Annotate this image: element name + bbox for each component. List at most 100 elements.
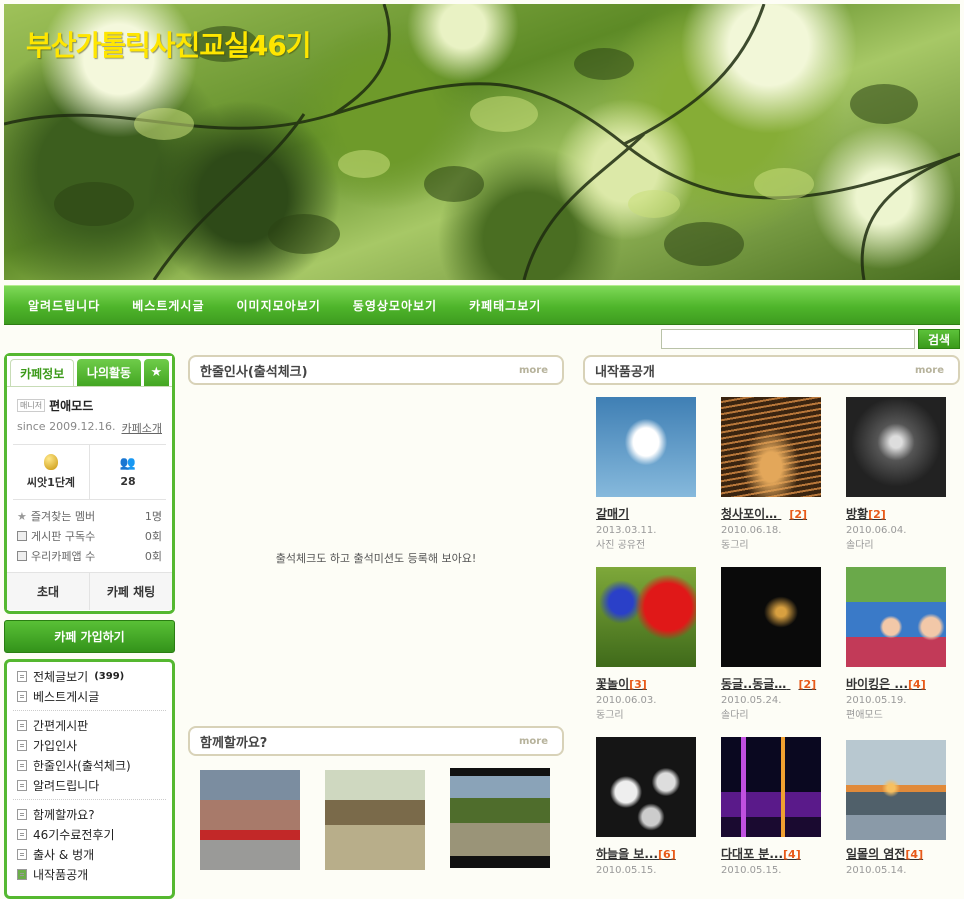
menu-best-posts-label: 베스트게시글	[33, 689, 100, 704]
work-thumb-seagull[interactable]	[596, 397, 696, 497]
work-title[interactable]: 꽃놀이[3]	[596, 675, 708, 692]
board-icon	[17, 690, 27, 702]
board-icon	[17, 808, 27, 820]
menu-one-line-greeting[interactable]: 한줄인사(출석체크)	[17, 755, 162, 775]
work-date: 2010.06.04.	[846, 525, 907, 536]
work-title[interactable]: 다대포 분...[4]	[721, 845, 833, 862]
work-title-text: 하늘을 보...	[596, 847, 659, 861]
cafe-intro-link[interactable]: 카페소개	[122, 420, 162, 436]
menu-best-posts[interactable]: 베스트게시글	[17, 686, 162, 706]
menu-notice[interactable]: 알려드립니다	[17, 775, 162, 795]
greeting-more-link[interactable]: more	[519, 365, 548, 376]
member-count[interactable]: 👥 28	[89, 445, 166, 499]
work-title-text: 다대포 분...	[721, 847, 784, 861]
menu-one-line-greeting-label: 한줄인사(출석체크)	[33, 758, 131, 773]
menu-outing-label: 출사 & 벙개	[33, 847, 95, 862]
board-icon	[17, 779, 27, 791]
work-date: 2010.05.15.	[721, 865, 782, 876]
work-title-text: 일몰의 염전	[846, 847, 906, 861]
work-date: 2010.05.19.	[846, 695, 907, 706]
work-meta: 2010.05.14.	[846, 863, 906, 878]
work-author: 솔다리	[721, 710, 749, 721]
cafe-title[interactable]: 부산가톨릭사진교실46기	[26, 24, 312, 64]
work-title[interactable]: 동글..동글… [2]	[721, 675, 833, 692]
work-title[interactable]: 방황[2]	[846, 505, 958, 522]
work-thumb-viking[interactable]	[846, 567, 946, 667]
work-meta: 2010.06.18. 동그리	[721, 523, 781, 553]
work-title[interactable]: 청사포이… [2]	[721, 505, 833, 522]
work-author: 편애모드	[846, 710, 883, 721]
work-thumb-hallway[interactable]	[846, 397, 946, 497]
together-thumb-river[interactable]	[450, 768, 550, 868]
info-buttons: 초대 카페 채팅	[7, 572, 172, 610]
cafe-level[interactable]: 씨앗1단계	[13, 445, 89, 499]
work-thumb-saltfield[interactable]	[846, 740, 946, 840]
work-meta: 2010.06.04. 솔다리	[846, 523, 906, 553]
work-thumb-daisies[interactable]	[596, 737, 696, 837]
favorite-members-value: 1명	[144, 510, 162, 523]
info-tabs: 카페정보 나의활동 ★	[7, 356, 172, 386]
manager-row: 매니저 편애모드	[7, 387, 172, 414]
board-icon	[17, 739, 27, 751]
menu-simple-board[interactable]: 간편게시판	[17, 715, 162, 735]
tab-cafe-info[interactable]: 카페정보	[10, 359, 75, 386]
greeting-panel-title[interactable]: 한줄인사(출석체크)	[200, 361, 308, 380]
together-more-link[interactable]: more	[519, 736, 548, 747]
nav-cafe-tags[interactable]: 카페태그보기	[453, 297, 557, 314]
work-author: 솔다리	[846, 540, 874, 551]
cafe-chat-button[interactable]: 카페 채팅	[89, 573, 172, 610]
work-thumb-lights[interactable]	[721, 567, 821, 667]
members-icon: 👥	[119, 456, 137, 471]
pencil-board-icon	[17, 719, 27, 731]
manager-name[interactable]: 편애모드	[49, 397, 93, 414]
work-thumb-fountain[interactable]	[721, 737, 821, 837]
menu-divider	[13, 799, 166, 800]
since-date: since 2009.12.16.	[17, 420, 116, 433]
cafe-stats: 씨앗1단계 👥 28	[13, 444, 166, 500]
together-thumb-forest[interactable]	[325, 770, 425, 870]
comment-count: [3]	[629, 678, 647, 691]
menu-notice-label: 알려드립니다	[33, 778, 100, 793]
work-thumb-flower[interactable]	[596, 567, 696, 667]
favorite-star-icon[interactable]: ★	[143, 359, 169, 386]
nav-notice[interactable]: 알려드립니다	[12, 297, 116, 314]
work-title[interactable]: 갈매기	[596, 505, 708, 522]
menu-join-greeting[interactable]: 가입인사	[17, 735, 162, 755]
menu-my-works[interactable]: 내작품공개	[17, 864, 162, 884]
menu-review[interactable]: 46기수료전후기	[17, 824, 162, 844]
comment-count: [2]	[868, 508, 886, 521]
join-cafe-button[interactable]: 카페 가입하기	[4, 620, 175, 653]
work-date: 2010.05.15.	[596, 865, 657, 876]
search-input[interactable]	[661, 329, 915, 349]
board-menu: 전체글보기 (399) 베스트게시글 간편게시판 가입인사 한줄인사(출석체크) …	[4, 659, 175, 899]
works-panel-title[interactable]: 내작품공개	[595, 361, 655, 380]
favorite-members-row: ★ 즐겨찾는 멤버 1명	[17, 506, 162, 526]
menu-outing[interactable]: 출사 & 벙개	[17, 844, 162, 864]
menu-divider	[13, 710, 166, 711]
works-more-link[interactable]: more	[915, 365, 944, 376]
menu-all-posts[interactable]: 전체글보기 (399)	[17, 666, 162, 686]
tab-my-activity[interactable]: 나의활동	[77, 359, 141, 386]
greeting-panel-header: 한줄인사(출석체크) more	[188, 355, 564, 385]
work-title[interactable]: 하늘을 보...[6]	[596, 845, 708, 862]
comment-count: [6]	[658, 848, 676, 861]
work-meta: 2010.05.19. 편애모드	[846, 693, 906, 723]
nav-best-posts[interactable]: 베스트게시글	[116, 297, 220, 314]
invite-button[interactable]: 초대	[7, 573, 89, 610]
work-author: 사진 공유전	[596, 540, 646, 551]
work-title-text: 바이킹은 ...	[846, 677, 909, 691]
work-date: 2010.05.14.	[846, 865, 907, 876]
together-thumb-street[interactable]	[200, 770, 300, 870]
work-title[interactable]: 일몰의 염전[4]	[846, 845, 958, 862]
work-thumb-cheongsapo[interactable]	[721, 397, 821, 497]
work-title[interactable]: 바이킹은 ...[4]	[846, 675, 958, 692]
together-panel-title[interactable]: 함께할까요?	[200, 732, 267, 751]
nav-image-collection[interactable]: 이미지모아보기	[221, 297, 337, 314]
board-icon	[17, 828, 27, 840]
member-count-label: 28	[120, 475, 136, 488]
search-button[interactable]: 검색	[918, 329, 960, 349]
menu-together[interactable]: 함께할까요?	[17, 804, 162, 824]
nav-video-collection[interactable]: 동영상모아보기	[337, 297, 453, 314]
work-meta: 2013.03.11. 사진 공유전	[596, 523, 656, 553]
since-row: since 2009.12.16. 카페소개	[7, 414, 172, 436]
